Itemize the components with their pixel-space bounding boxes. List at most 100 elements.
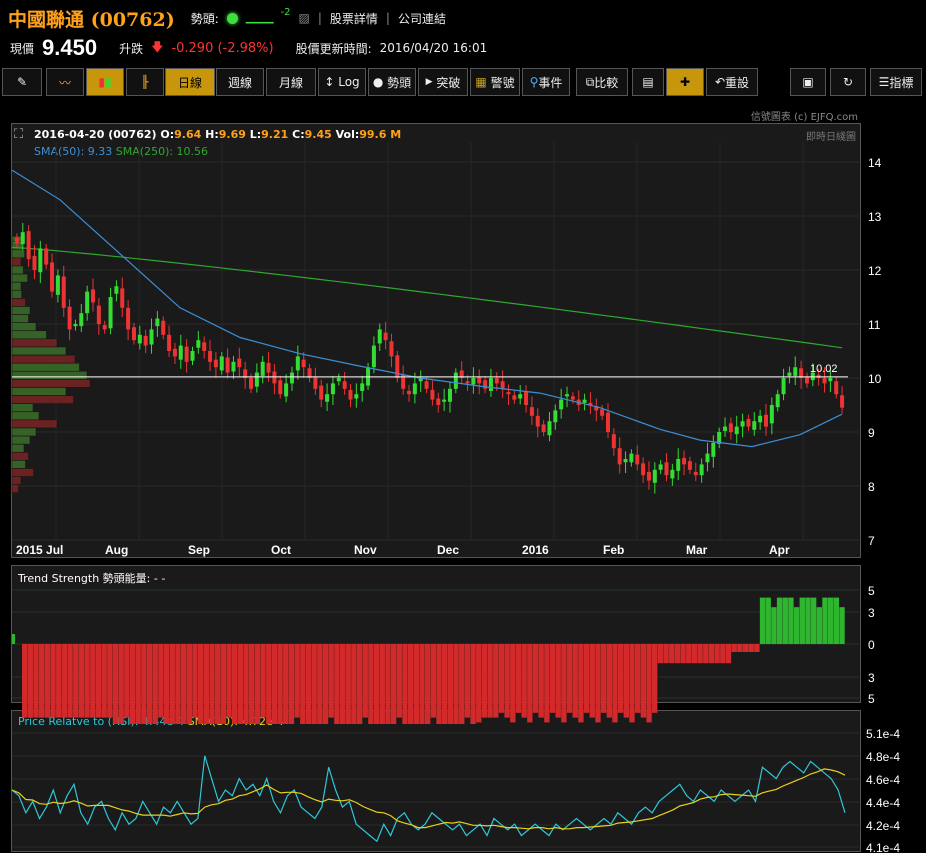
candle-body <box>219 356 224 371</box>
y-tick-label: 8 <box>868 480 875 494</box>
x-tick-label: Feb <box>603 543 624 557</box>
trend-bar-negative <box>532 644 539 713</box>
candle-body <box>61 276 66 308</box>
candle-body <box>547 421 552 436</box>
candle-body <box>629 453 634 463</box>
trend-bar-negative <box>373 644 380 725</box>
trend-bar-negative <box>305 644 312 725</box>
candle-body <box>465 381 470 384</box>
candle-body <box>360 383 365 391</box>
trend-bar-negative <box>95 644 102 718</box>
trend-y-tick: 5 <box>868 692 875 706</box>
candle-body <box>26 231 31 260</box>
candle-body <box>336 378 341 382</box>
trend-bar-positive <box>793 607 800 644</box>
trend-bar-negative <box>527 644 533 723</box>
trend-bar-negative <box>209 644 215 725</box>
trend-bar-negative <box>464 644 471 718</box>
x-tick-label: Oct <box>271 543 291 557</box>
volume-profile-bar <box>11 290 22 299</box>
candle-body <box>582 399 587 403</box>
trend-bar-negative <box>266 644 272 725</box>
trend-bar-negative <box>214 644 221 725</box>
candle-body <box>483 380 488 389</box>
candle-body <box>740 421 745 427</box>
trend-bar-negative <box>652 644 658 713</box>
candle-body <box>559 399 564 410</box>
trend-bar-negative <box>175 644 181 725</box>
trend-bar-negative <box>481 644 488 718</box>
trend-bar-negative <box>549 644 556 713</box>
trend-bar-negative <box>73 644 79 718</box>
trend-bar-negative <box>617 644 624 713</box>
trend-bar-negative <box>124 644 130 718</box>
trend-bar-negative <box>754 644 760 653</box>
trend-bar-negative <box>493 644 499 718</box>
candle-body <box>752 421 757 430</box>
x-tick-label: Mar <box>686 543 708 557</box>
volume-profile-bar <box>11 322 37 331</box>
trend-bar-negative <box>317 644 323 725</box>
candle-body <box>79 313 84 327</box>
candle-body <box>816 374 821 378</box>
trend-bar-negative <box>260 644 266 718</box>
candle-body <box>471 378 476 385</box>
trend-bar-negative <box>237 644 244 725</box>
trend-bar-negative <box>300 644 306 725</box>
trend-bar-negative <box>271 644 278 725</box>
candle-body <box>73 324 78 327</box>
candle-body <box>524 390 529 405</box>
trend-bar-negative <box>413 644 420 725</box>
trend-bar-negative <box>90 644 96 718</box>
trend-bar-negative <box>288 644 295 725</box>
candle-body <box>161 320 166 335</box>
candle-body <box>828 378 833 382</box>
candle-body <box>623 459 628 463</box>
candle-body <box>137 334 142 344</box>
candle-body <box>840 395 845 408</box>
trend-bar-positive <box>782 597 788 644</box>
candle-body <box>834 381 839 395</box>
x-tick-label: Sep <box>188 543 210 557</box>
candle-body <box>330 383 335 395</box>
trend-bar-negative <box>538 644 544 718</box>
trend-bar-negative <box>356 644 363 725</box>
trend-bar-negative <box>141 644 147 725</box>
candle-body <box>126 307 131 330</box>
trend-bar-negative <box>430 644 437 718</box>
trend-bar-negative <box>720 644 726 664</box>
trend-bar-negative <box>487 644 493 718</box>
trend-bar-negative <box>232 644 238 725</box>
trend-bar-negative <box>243 644 249 725</box>
trend-bar-negative <box>459 644 465 725</box>
candle-body <box>131 327 136 341</box>
trend-bar-negative <box>118 644 124 725</box>
candle-body <box>14 237 19 243</box>
candle-body <box>453 372 458 389</box>
candle-body <box>693 471 698 476</box>
trend-bar-negative <box>691 644 698 664</box>
y-tick-label: 11 <box>868 318 881 332</box>
trend-y-tick: 5 <box>868 584 875 598</box>
trend-bar-negative <box>197 644 204 725</box>
x-tick-label: Nov <box>354 543 377 557</box>
trend-y-tick: 3 <box>868 606 875 620</box>
ratio-y-tick: 4.4e-4 <box>866 796 900 810</box>
candle-body <box>108 297 113 329</box>
trend-bar-negative <box>50 644 56 718</box>
candle-body <box>529 407 534 416</box>
trend-bar-positive <box>810 597 817 644</box>
trend-bar-negative <box>453 644 459 725</box>
trend-bar-negative <box>640 644 647 718</box>
candle-body <box>213 359 218 368</box>
candle-body <box>664 462 669 476</box>
candle-body <box>178 345 183 360</box>
trend-bar-negative <box>146 644 153 725</box>
trend-bar-negative <box>44 644 51 718</box>
candle-body <box>822 378 827 384</box>
candle-body <box>319 385 324 400</box>
ratio-y-tick: 5.1e-4 <box>866 727 900 741</box>
candle-body <box>20 232 25 245</box>
candle-body <box>143 335 148 346</box>
trend-bar-negative <box>634 644 641 713</box>
